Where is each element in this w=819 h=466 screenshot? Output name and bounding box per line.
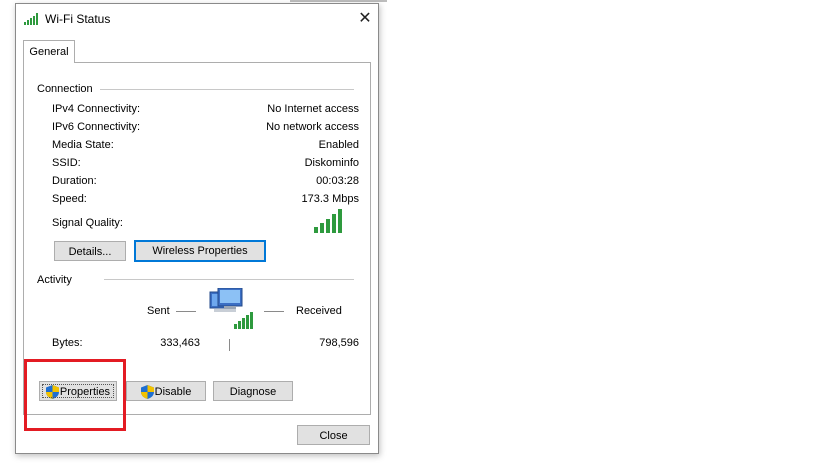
sent-line [176,311,196,312]
bytes-sent-value: 333,463 [160,337,200,349]
close-button[interactable]: Close [297,425,370,445]
ssid-label: SSID: [52,157,81,169]
signal-quality-label: Signal Quality: [52,217,123,229]
disable-label: Disable [154,386,192,398]
speed-label: Speed: [52,193,87,205]
speed-value: 173.3 Mbps [301,193,359,205]
activity-divider [104,279,354,280]
window-title: Wi-Fi Status [45,12,111,26]
ipv4-value: No Internet access [267,103,359,115]
network-computers-icon [209,288,253,329]
details-button[interactable]: Details... [54,241,126,261]
received-label: Received [296,305,342,317]
signal-strength-icon [314,209,342,233]
sent-label: Sent [147,305,170,317]
uac-shield-icon [140,385,154,400]
activity-group-label: Activity [37,274,76,286]
bytes-label: Bytes: [52,337,83,349]
connection-group-label: Connection [37,83,97,95]
duration-label: Duration: [52,175,97,187]
ipv6-label: IPv6 Connectivity: [52,121,141,133]
bytes-received-value: 798,596 [319,337,359,349]
disable-button[interactable]: Disable [126,381,206,401]
background-window-edge [290,0,387,2]
bytes-divider [229,339,230,351]
ipv6-value: No network access [266,121,359,133]
connection-divider [100,89,354,90]
media-state-value: Enabled [318,139,359,151]
ssid-value: Diskominfo [304,157,359,169]
duration-value: 00:03:28 [316,175,359,187]
wifi-signal-icon [24,13,38,25]
wireless-properties-button[interactable]: Wireless Properties [134,240,266,262]
tab-general[interactable]: General [23,40,75,63]
media-state-label: Media State: [52,139,114,151]
diagnose-button[interactable]: Diagnose [213,381,293,401]
ipv4-label: IPv4 Connectivity: [52,103,141,115]
highlight-annotation-box [24,359,126,431]
received-line [264,311,284,312]
close-icon[interactable]: ✕ [353,6,377,32]
